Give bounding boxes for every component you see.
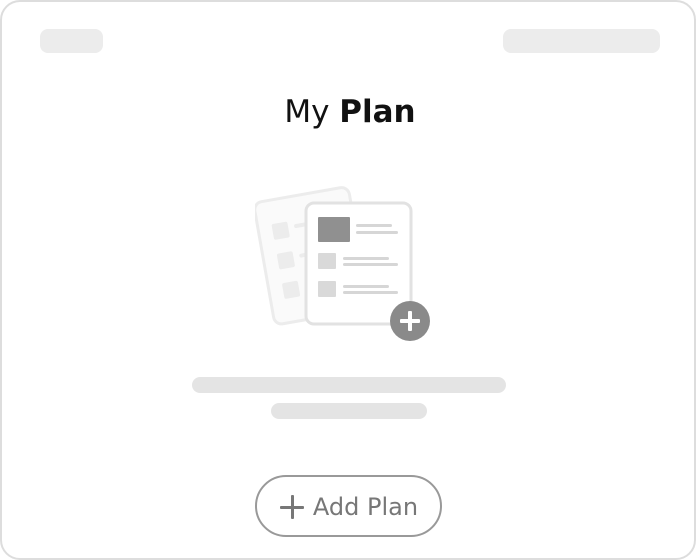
description-placeholder-line-1 bbox=[192, 377, 506, 393]
header-left-placeholder bbox=[40, 29, 103, 53]
add-plan-label: Add Plan bbox=[312, 493, 419, 521]
plus-circle-icon bbox=[390, 301, 430, 341]
header-right-placeholder bbox=[503, 29, 660, 53]
empty-plan-documents-icon bbox=[253, 186, 430, 341]
plus-icon bbox=[279, 494, 305, 520]
page-title-light: My bbox=[284, 94, 330, 130]
page-title: My Plan bbox=[0, 90, 700, 134]
empty-plan-illustration bbox=[253, 178, 435, 344]
page-title-bold: Plan bbox=[339, 94, 416, 130]
add-plan-button[interactable]: Add Plan bbox=[255, 475, 442, 537]
description-placeholder-line-2 bbox=[271, 403, 427, 419]
